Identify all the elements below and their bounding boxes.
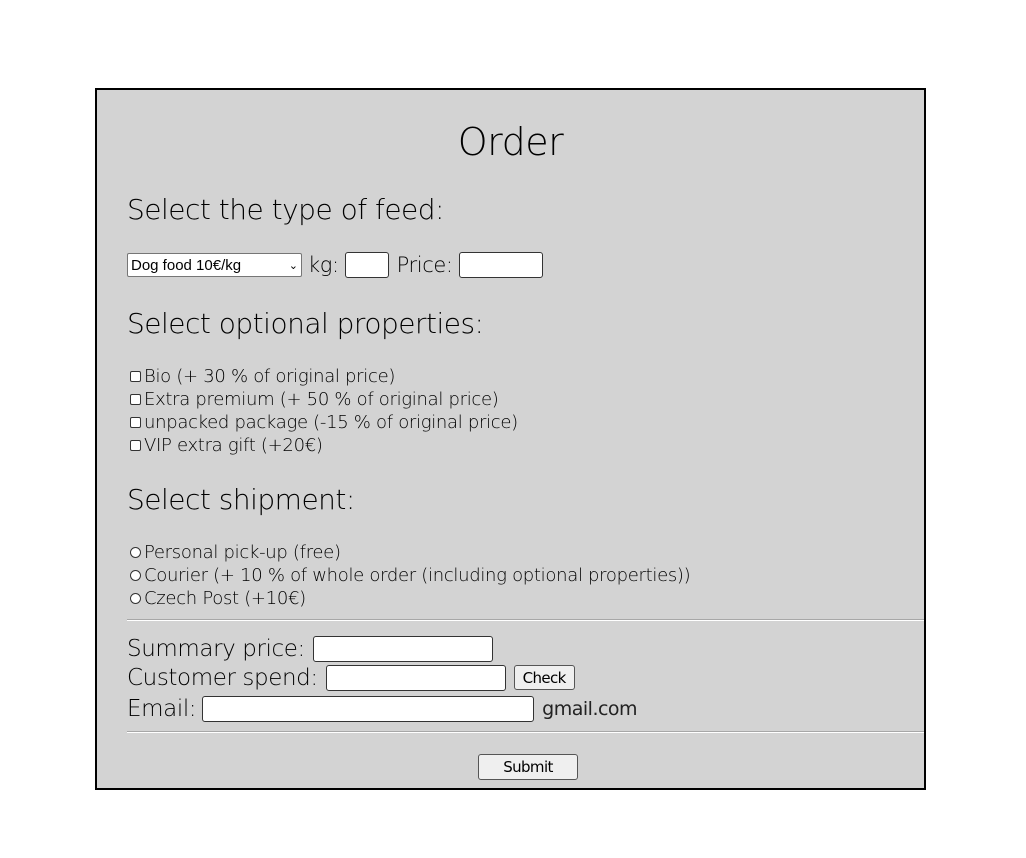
feed-row: Dog food 10€/kg ⌄ kg: Price:: [127, 252, 543, 278]
feed-heading: Select the type of feed:: [127, 193, 445, 226]
customer-spend-row: Customer spend: Check: [127, 663, 575, 692]
form-title: Order: [457, 120, 564, 164]
czech-post-radio[interactable]: [130, 593, 141, 604]
order-form: Order Select the type of feed: Dog food …: [95, 88, 926, 790]
personal-pickup-radio[interactable]: [130, 547, 141, 558]
divider: [127, 619, 924, 621]
kg-label: kg:: [308, 253, 339, 277]
shipment-czech-post: Czech Post (+10€): [130, 587, 690, 610]
shipment-czech-post-label: Czech Post (+10€): [144, 588, 306, 609]
email-domain-suffix: gmail.com: [542, 697, 638, 720]
unpacked-package-checkbox[interactable]: [130, 417, 141, 428]
option-vip-gift: VIP extra gift (+20€): [130, 434, 518, 457]
shipment-list: Personal pick-up (free) Courier (+ 10 % …: [130, 541, 691, 610]
option-unpacked-package: unpacked package (-15 % of original pric…: [130, 411, 518, 434]
check-button[interactable]: Check: [513, 665, 575, 690]
shipment-courier-label: Courier (+ 10 % of whole order (includin…: [144, 565, 691, 586]
feed-type-selected-value: Dog food 10€/kg: [131, 256, 242, 274]
option-bio: Bio (+ 30 % of original price): [130, 365, 518, 388]
email-input[interactable]: [202, 695, 535, 722]
courier-radio[interactable]: [130, 570, 141, 581]
shipment-courier: Courier (+ 10 % of whole order (includin…: [130, 564, 691, 587]
vip-gift-checkbox[interactable]: [130, 440, 141, 451]
price-input[interactable]: [458, 252, 543, 278]
option-extra-premium-label: Extra premium (+ 50 % of original price): [144, 389, 499, 410]
customer-spend-input[interactable]: [325, 664, 506, 691]
summary-price-row: Summary price:: [127, 634, 493, 663]
option-extra-premium: Extra premium (+ 50 % of original price): [130, 388, 518, 411]
shipment-personal-pickup: Personal pick-up (free): [130, 541, 690, 564]
optional-properties-list: Bio (+ 30 % of original price) Extra pre…: [130, 365, 518, 457]
price-label: Price:: [396, 253, 453, 277]
option-bio-label: Bio (+ 30 % of original price): [144, 366, 396, 387]
submit-button[interactable]: Submit: [478, 754, 578, 780]
bio-checkbox[interactable]: [130, 371, 141, 382]
shipment-heading: Select shipment:: [127, 483, 355, 516]
summary-price-input[interactable]: [312, 635, 493, 662]
chevron-down-icon: ⌄: [288, 259, 298, 272]
extra-premium-checkbox[interactable]: [130, 394, 141, 405]
option-unpacked-package-label: unpacked package (-15 % of original pric…: [144, 412, 518, 433]
email-row: Email: gmail.com: [127, 694, 638, 723]
feed-type-select[interactable]: Dog food 10€/kg ⌄: [127, 253, 302, 277]
summary-price-label: Summary price:: [127, 635, 305, 662]
option-vip-gift-label: VIP extra gift (+20€): [144, 435, 323, 456]
shipment-personal-pickup-label: Personal pick-up (free): [144, 542, 341, 563]
kg-input[interactable]: [344, 252, 389, 278]
customer-spend-label: Customer spend:: [127, 664, 318, 691]
email-label: Email:: [127, 695, 197, 722]
divider: [127, 731, 924, 733]
optional-heading: Select optional properties:: [127, 307, 484, 340]
